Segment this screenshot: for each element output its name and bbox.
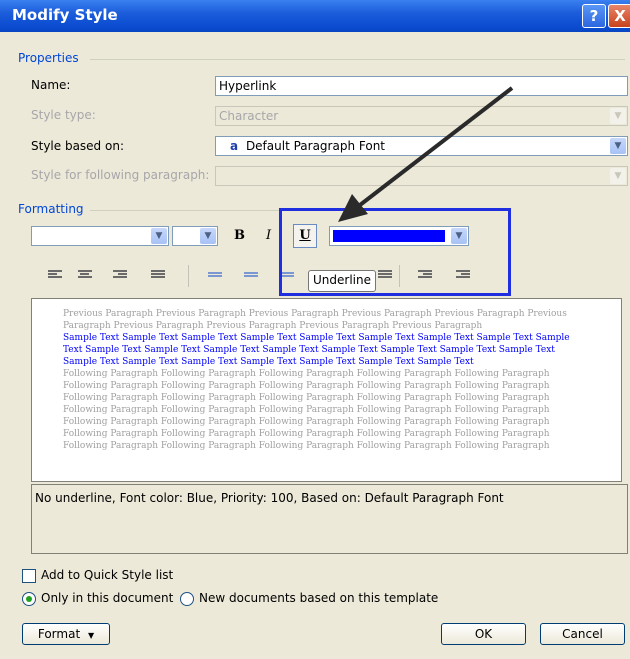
annotation-arrow	[338, 86, 514, 222]
